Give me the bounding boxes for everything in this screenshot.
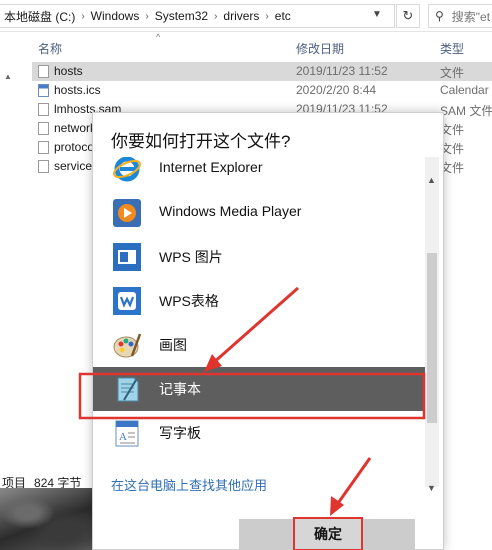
app-label: WPS 图片 [159, 249, 223, 265]
file-icon [38, 141, 49, 154]
file-type: 文件 [440, 66, 465, 80]
breadcrumb-item-drive[interactable]: 本地磁盘 (C:) [4, 8, 75, 25]
navigation-pane: ▲ ▼ [0, 32, 20, 492]
file-name: hosts [54, 64, 83, 78]
ok-button[interactable]: 确定 [293, 517, 363, 550]
app-label: Internet Explorer [159, 159, 263, 175]
address-bar: 本地磁盘 (C:) › Windows › System32 › drivers… [0, 0, 492, 32]
breadcrumb-item-etc[interactable]: etc [275, 9, 291, 23]
file-date: 2020/2/20 8:44 [296, 83, 377, 97]
dialog-title: 你要如何打开这个文件? [111, 132, 291, 151]
app-item-internet-explorer[interactable]: Internet Explorer [109, 157, 419, 191]
file-type: SAM 文件 [440, 104, 492, 118]
column-date[interactable]: 修改日期 [296, 40, 344, 57]
column-type[interactable]: 类型 [440, 40, 464, 57]
app-label: WPS表格 [159, 293, 219, 309]
scroll-down-icon[interactable]: ▼ [427, 483, 436, 493]
breadcrumb-item-drivers[interactable]: drivers [223, 9, 259, 23]
file-icon [38, 160, 49, 173]
breadcrumb-item-windows[interactable]: Windows [91, 9, 140, 23]
refresh-icon[interactable]: ↻ [396, 4, 420, 28]
file-icon [38, 65, 49, 78]
column-header-row: 名称 ^ 修改日期 类型 [0, 32, 492, 58]
breadcrumb-separator: › [81, 10, 85, 22]
calendar-file-icon [38, 84, 49, 97]
scrollbar-thumb[interactable] [427, 253, 437, 423]
open-with-dialog: 你要如何打开这个文件? Internet Explorer Windows Me… [92, 112, 444, 550]
desktop-wallpaper [0, 488, 92, 550]
wps-sheet-icon [111, 285, 143, 317]
app-label: 记事本 [159, 381, 201, 397]
file-row[interactable]: hosts.ics 2020/2/20 8:44 Calendar [32, 81, 492, 100]
file-name: hosts.ics [54, 83, 101, 97]
file-row[interactable]: hosts 2019/11/23 11:52 文件 [32, 62, 492, 81]
app-item-wordpad[interactable]: A 写字板 [109, 411, 419, 455]
paint-icon [111, 329, 143, 361]
file-type: Calendar [440, 83, 489, 97]
breadcrumb-separator: › [145, 10, 149, 22]
scroll-up-icon[interactable]: ▲ [427, 175, 436, 185]
app-item-wps-picture[interactable]: WPS 图片 [109, 235, 419, 279]
breadcrumb[interactable]: 本地磁盘 (C:) › Windows › System32 › drivers… [0, 4, 395, 28]
nav-scrollbar[interactable]: ▲ ▼ [4, 72, 14, 492]
breadcrumb-separator: › [214, 10, 218, 22]
app-label: Windows Media Player [159, 203, 302, 219]
search-placeholder: 搜索"et [451, 9, 491, 24]
search-input[interactable]: ⚲ 搜索"et [428, 4, 492, 28]
sort-indicator-icon: ^ [156, 32, 161, 42]
app-label: 画图 [159, 337, 187, 353]
find-other-apps-link[interactable]: 在这台电脑上查找其他应用 [111, 475, 267, 494]
file-icon [38, 122, 49, 135]
media-player-icon [111, 197, 143, 229]
chevron-down-icon[interactable]: ▼ [372, 9, 382, 20]
breadcrumb-item-system32[interactable]: System32 [155, 9, 208, 23]
svg-text:A: A [119, 431, 127, 443]
file-name: protocol [54, 140, 97, 154]
file-date: 2019/11/23 11:52 [296, 64, 388, 78]
wps-picture-icon [111, 241, 143, 273]
scroll-up-icon[interactable]: ▲ [4, 72, 12, 81]
search-icon: ⚲ [435, 9, 444, 23]
wordpad-icon: A [111, 417, 143, 449]
app-item-notepad[interactable]: 记事本 [93, 367, 425, 411]
column-name[interactable]: 名称 [38, 40, 62, 57]
breadcrumb-separator: › [265, 10, 269, 22]
app-item-windows-media-player[interactable]: Windows Media Player [109, 191, 419, 235]
app-list-scrollbar[interactable]: ▲ ▼ [425, 157, 439, 493]
app-list: Internet Explorer Windows Media Player W… [93, 157, 425, 471]
app-label: 写字板 [159, 425, 201, 441]
internet-explorer-icon [111, 157, 143, 185]
file-icon [38, 103, 49, 116]
app-item-paint[interactable]: 画图 [109, 323, 419, 367]
app-item-wps-sheet[interactable]: WPS表格 [109, 279, 419, 323]
notepad-icon [111, 373, 143, 405]
